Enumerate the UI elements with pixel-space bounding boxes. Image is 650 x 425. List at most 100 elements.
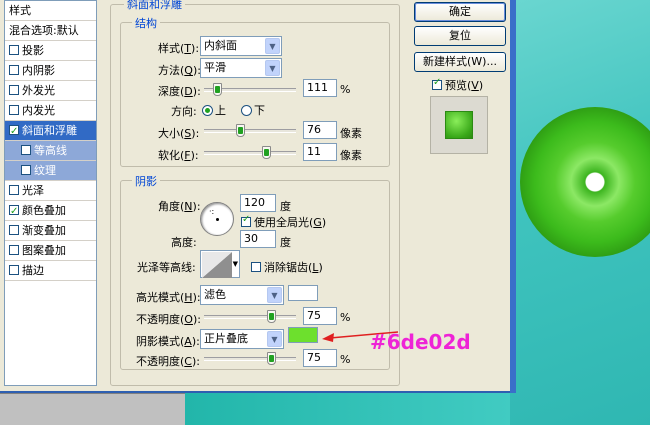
checkbox-icon[interactable] bbox=[21, 165, 31, 175]
shadow-color-swatch[interactable] bbox=[288, 327, 318, 343]
style-list: 样式混合选项:默认投影内阴影外发光内发光斜面和浮雕等高线纹理光泽颜色叠加渐变叠加… bbox=[4, 0, 97, 386]
checkbox-icon bbox=[432, 77, 442, 90]
checkbox-icon[interactable] bbox=[9, 225, 19, 235]
style-list-item[interactable]: 图案叠加 bbox=[5, 241, 96, 261]
light-direction-icon: ·: bbox=[209, 207, 215, 216]
angle-unit: 度 bbox=[280, 200, 291, 213]
shadow-opacity-slider[interactable] bbox=[204, 352, 296, 365]
preview-thumbnail bbox=[445, 111, 473, 139]
style-preview bbox=[430, 96, 488, 154]
workspace-gray-area bbox=[0, 393, 185, 425]
new-style-button[interactable]: 新建样式(W)... bbox=[414, 52, 506, 72]
style-list-label: 等高线 bbox=[34, 144, 67, 157]
size-slider-thumb[interactable] bbox=[236, 124, 245, 137]
chevron-down-icon: ▼ bbox=[232, 260, 238, 268]
shadow-opacity-unit: % bbox=[340, 353, 351, 366]
checkbox-icon[interactable] bbox=[9, 65, 19, 75]
size-label: 大小(S): bbox=[158, 127, 200, 140]
altitude-unit: 度 bbox=[280, 236, 291, 249]
style-list-label: 斜面和浮雕 bbox=[22, 124, 77, 137]
style-list-item[interactable]: 等高线 bbox=[5, 141, 96, 161]
checkbox-icon[interactable] bbox=[9, 105, 19, 115]
depth-input[interactable]: 111 bbox=[303, 79, 337, 97]
style-list-item[interactable]: 混合选项:默认 bbox=[5, 21, 96, 41]
checkbox-icon[interactable] bbox=[9, 85, 19, 95]
style-list-item[interactable]: 斜面和浮雕 bbox=[5, 121, 96, 142]
style-list-label: 外发光 bbox=[22, 84, 55, 97]
technique-select[interactable]: 平滑 ▼ bbox=[200, 58, 282, 78]
style-list-item[interactable]: 投影 bbox=[5, 41, 96, 61]
chevron-down-icon: ▼ bbox=[265, 60, 280, 76]
technique-label: 方法(Q): bbox=[158, 64, 201, 77]
checkbox-icon[interactable] bbox=[9, 202, 19, 222]
highlight-color-swatch[interactable] bbox=[288, 285, 318, 301]
soften-input[interactable]: 11 bbox=[303, 143, 337, 161]
radio-icon bbox=[241, 105, 252, 116]
checkbox-icon[interactable] bbox=[9, 122, 19, 142]
style-list-item[interactable]: 外发光 bbox=[5, 81, 96, 101]
style-list-item[interactable]: 颜色叠加 bbox=[5, 201, 96, 222]
style-label: 样式(T): bbox=[158, 42, 200, 55]
style-list-label: 混合选项:默认 bbox=[9, 24, 79, 37]
direction-up-radio[interactable]: 上 bbox=[202, 102, 226, 118]
size-input[interactable]: 76 bbox=[303, 121, 337, 139]
highlight-opacity-slider-thumb[interactable] bbox=[267, 310, 276, 323]
highlight-opacity-label: 不透明度(O): bbox=[136, 313, 201, 326]
style-list-label: 样式 bbox=[9, 4, 31, 17]
style-list-item[interactable]: 描边 bbox=[5, 261, 96, 281]
dial-center-icon bbox=[216, 218, 219, 221]
style-list-item[interactable]: 渐变叠加 bbox=[5, 221, 96, 241]
chevron-down-icon: ▼ bbox=[267, 331, 282, 347]
style-list-label: 描边 bbox=[22, 264, 44, 277]
depth-slider-thumb[interactable] bbox=[213, 83, 222, 96]
depth-slider[interactable] bbox=[204, 83, 296, 96]
angle-dial[interactable]: ·: bbox=[200, 202, 234, 236]
size-unit: 像素 bbox=[340, 127, 362, 140]
style-list-item[interactable]: 内发光 bbox=[5, 101, 96, 121]
shadow-opacity-slider-thumb[interactable] bbox=[267, 352, 276, 365]
checkbox-icon[interactable] bbox=[9, 265, 19, 275]
contour-preview-icon bbox=[202, 252, 232, 278]
style-list-label: 内阴影 bbox=[22, 64, 55, 77]
altitude-label: 高度: bbox=[171, 236, 197, 249]
ok-button[interactable]: 确定 bbox=[414, 2, 506, 22]
style-list-item[interactable]: 内阴影 bbox=[5, 61, 96, 81]
checkbox-icon[interactable] bbox=[9, 185, 19, 195]
bevel-group-title: 斜面和浮雕 bbox=[124, 0, 185, 12]
highlight-opacity-input[interactable]: 75 bbox=[303, 307, 337, 325]
direction-label: 方向: bbox=[171, 105, 197, 118]
radio-icon bbox=[202, 105, 213, 116]
style-list-label: 投影 bbox=[22, 44, 44, 57]
style-list-label: 内发光 bbox=[22, 104, 55, 117]
soften-label: 软化(F): bbox=[158, 149, 199, 162]
soften-slider-thumb[interactable] bbox=[262, 146, 271, 159]
style-list-label: 光泽 bbox=[22, 184, 44, 197]
depth-label: 深度(D): bbox=[158, 85, 201, 98]
style-list-item[interactable]: 光泽 bbox=[5, 181, 96, 201]
size-slider[interactable] bbox=[204, 124, 296, 137]
direction-down-radio[interactable]: 下 bbox=[241, 102, 265, 118]
global-light-checkbox[interactable]: 使用全局光(G) bbox=[241, 214, 326, 230]
soften-slider[interactable] bbox=[204, 146, 296, 159]
angle-input[interactable]: 120 bbox=[240, 194, 276, 212]
style-list-label: 颜色叠加 bbox=[22, 204, 66, 217]
style-list-item[interactable]: 样式 bbox=[5, 1, 96, 21]
antialias-checkbox[interactable]: 消除锯齿(L) bbox=[251, 259, 323, 275]
style-list-item[interactable]: 纹理 bbox=[5, 161, 96, 181]
altitude-input[interactable]: 30 bbox=[240, 230, 276, 248]
gloss-contour-picker[interactable]: ▼ bbox=[200, 250, 240, 278]
checkbox-icon[interactable] bbox=[21, 145, 31, 155]
highlight-mode-label: 高光模式(H): bbox=[136, 291, 201, 304]
checkbox-icon[interactable] bbox=[9, 245, 19, 255]
shadow-opacity-input[interactable]: 75 bbox=[303, 349, 337, 367]
depth-unit: % bbox=[340, 83, 351, 96]
style-select[interactable]: 内斜面 ▼ bbox=[200, 36, 282, 56]
annotation-label: #6de02d bbox=[370, 330, 471, 354]
shadow-mode-select[interactable]: 正片叠底 ▼ bbox=[200, 329, 284, 349]
reset-button[interactable]: 复位 bbox=[414, 26, 506, 46]
highlight-opacity-slider[interactable] bbox=[204, 310, 296, 323]
chevron-down-icon: ▼ bbox=[265, 38, 280, 54]
highlight-mode-select[interactable]: 滤色 ▼ bbox=[200, 285, 284, 305]
checkbox-icon[interactable] bbox=[9, 45, 19, 55]
preview-checkbox[interactable]: 预览(V) bbox=[432, 77, 483, 93]
